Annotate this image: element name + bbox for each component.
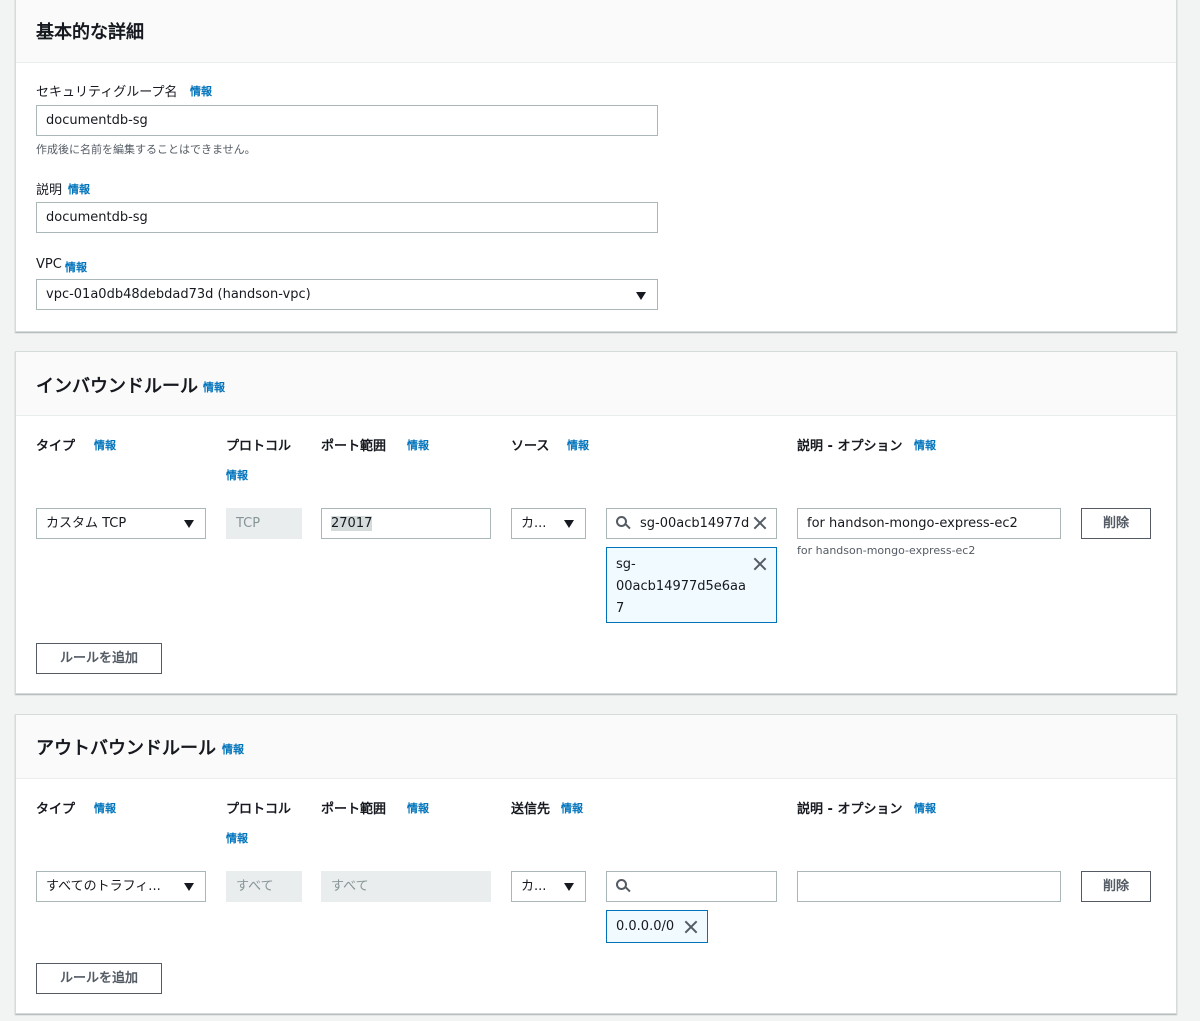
- inbound-port-input[interactable]: 27017: [321, 508, 491, 539]
- outbound-dest-mode-select[interactable]: カ...: [511, 871, 586, 902]
- vpc-label: VPC: [36, 257, 62, 272]
- outbound-port-field: すべて: [321, 871, 491, 902]
- inbound-col-description: 説明 - オプション: [797, 439, 903, 454]
- remove-token-icon[interactable]: [753, 557, 767, 571]
- outbound-rules-title: アウトバウンドルール: [36, 738, 216, 759]
- outbound-dest-token: 0.0.0.0/0: [606, 910, 708, 943]
- search-icon: [616, 879, 631, 893]
- sg-name-hint: 作成後に名前を編集することはできません。: [36, 143, 256, 156]
- outbound-col-destination: 送信先: [511, 802, 551, 817]
- inbound-description-input[interactable]: for handson-mongo-express-ec2: [797, 508, 1061, 539]
- inbound-rules-title: インバウンドルール: [36, 376, 198, 397]
- outbound-col-port-info[interactable]: 情報: [407, 800, 429, 816]
- inbound-rules-header: インバウンドルール 情報: [16, 352, 1176, 416]
- sg-name-input[interactable]: documentdb-sg: [36, 105, 658, 136]
- inbound-source-mode-value: カ...: [521, 516, 547, 531]
- inbound-col-description-info[interactable]: 情報: [914, 437, 936, 453]
- description-input[interactable]: documentdb-sg: [36, 202, 658, 233]
- vpc-info-link[interactable]: 情報: [65, 259, 87, 275]
- inbound-col-type: タイプ: [36, 439, 76, 454]
- basic-details-title: 基本的な詳細: [36, 22, 144, 43]
- outbound-port-value: すべて: [331, 879, 369, 894]
- outbound-delete-button[interactable]: 削除: [1081, 871, 1151, 902]
- basic-details-panel: 基本的な詳細 セキュリティグループ名 情報 documentdb-sg 作成後に…: [15, 0, 1177, 332]
- inbound-rules-info-link[interactable]: 情報: [203, 379, 225, 395]
- inbound-protocol-field: TCP: [226, 508, 302, 539]
- outbound-rules-panel: アウトバウンドルール 情報 タイプ 情報 プロトコル 情報 ポート範囲 情報 送…: [15, 714, 1177, 1014]
- outbound-col-protocol: プロトコル: [226, 802, 292, 817]
- sg-name-label: セキュリティグループ名: [36, 85, 178, 100]
- inbound-description-hint: for handson-mongo-express-ec2: [797, 544, 976, 557]
- inbound-col-port-info[interactable]: 情報: [407, 437, 429, 453]
- inbound-source-search-value: sg-00acb14977d: [640, 516, 750, 531]
- clear-search-icon[interactable]: [753, 516, 767, 530]
- inbound-col-source: ソース: [511, 439, 550, 454]
- description-value: documentdb-sg: [46, 210, 148, 225]
- outbound-description-input[interactable]: [797, 871, 1061, 902]
- outbound-type-caret-icon: [184, 883, 194, 891]
- inbound-type-select[interactable]: カスタム TCP: [36, 508, 206, 539]
- inbound-source-mode-caret-icon: [564, 520, 574, 528]
- sg-name-value: documentdb-sg: [46, 113, 148, 128]
- description-label: 説明: [36, 183, 63, 198]
- outbound-dest-mode-caret-icon: [564, 883, 574, 891]
- inbound-source-token: sg- 00acb14977d5e6aa 7: [606, 547, 777, 623]
- outbound-col-description-info[interactable]: 情報: [914, 800, 936, 816]
- description-info-link[interactable]: 情報: [68, 181, 90, 197]
- outbound-protocol-value: すべて: [236, 879, 274, 894]
- inbound-type-value: カスタム TCP: [46, 516, 127, 531]
- outbound-col-destination-info[interactable]: 情報: [561, 800, 583, 816]
- outbound-dest-search-input[interactable]: [606, 871, 777, 902]
- vpc-caret-icon: [636, 292, 646, 300]
- outbound-type-select[interactable]: すべてのトラフィ...: [36, 871, 206, 902]
- inbound-token-line-1: sg-: [616, 557, 636, 572]
- inbound-source-mode-select[interactable]: カ...: [511, 508, 586, 539]
- inbound-protocol-value: TCP: [236, 516, 261, 531]
- outbound-col-protocol-info[interactable]: 情報: [226, 830, 248, 846]
- outbound-type-value: すべてのトラフィ...: [46, 879, 161, 894]
- inbound-delete-button[interactable]: 削除: [1081, 508, 1151, 539]
- vpc-select[interactable]: vpc-01a0db48debdad73d (handson-vpc): [36, 279, 658, 310]
- inbound-rules-panel: インバウンドルール 情報 タイプ 情報 プロトコル 情報 ポート範囲 情報 ソー…: [15, 351, 1177, 694]
- outbound-protocol-field: すべて: [226, 871, 302, 902]
- search-icon: [616, 516, 631, 530]
- outbound-col-description: 説明 - オプション: [797, 802, 903, 817]
- outbound-col-type-info[interactable]: 情報: [94, 800, 116, 816]
- outbound-col-type: タイプ: [36, 802, 76, 817]
- inbound-token-line-3: 7: [616, 601, 625, 616]
- inbound-port-value: 27017: [331, 516, 373, 531]
- basic-details-header: 基本的な詳細: [16, 0, 1176, 63]
- inbound-col-port: ポート範囲: [321, 439, 387, 454]
- inbound-add-rule-button[interactable]: ルールを追加: [36, 643, 162, 674]
- inbound-token-line-2: 00acb14977d5e6aa: [616, 579, 746, 594]
- outbound-rules-header: アウトバウンドルール 情報: [16, 715, 1176, 779]
- vpc-value: vpc-01a0db48debdad73d (handson-vpc): [46, 287, 311, 302]
- inbound-description-value: for handson-mongo-express-ec2: [807, 516, 1018, 531]
- inbound-col-source-info[interactable]: 情報: [567, 437, 589, 453]
- inbound-type-caret-icon: [184, 520, 194, 528]
- outbound-add-rule-button[interactable]: ルールを追加: [36, 963, 162, 994]
- sg-name-info-link[interactable]: 情報: [190, 83, 212, 99]
- outbound-dest-mode-value: カ...: [521, 879, 547, 894]
- inbound-col-type-info[interactable]: 情報: [94, 437, 116, 453]
- inbound-source-search-input[interactable]: sg-00acb14977d: [606, 508, 777, 539]
- inbound-col-protocol: プロトコル: [226, 439, 292, 454]
- outbound-col-port: ポート範囲: [321, 802, 387, 817]
- outbound-token-value: 0.0.0.0/0: [616, 919, 675, 934]
- inbound-col-protocol-info[interactable]: 情報: [226, 467, 248, 483]
- outbound-rules-info-link[interactable]: 情報: [222, 741, 244, 757]
- remove-token-icon[interactable]: [684, 920, 698, 934]
